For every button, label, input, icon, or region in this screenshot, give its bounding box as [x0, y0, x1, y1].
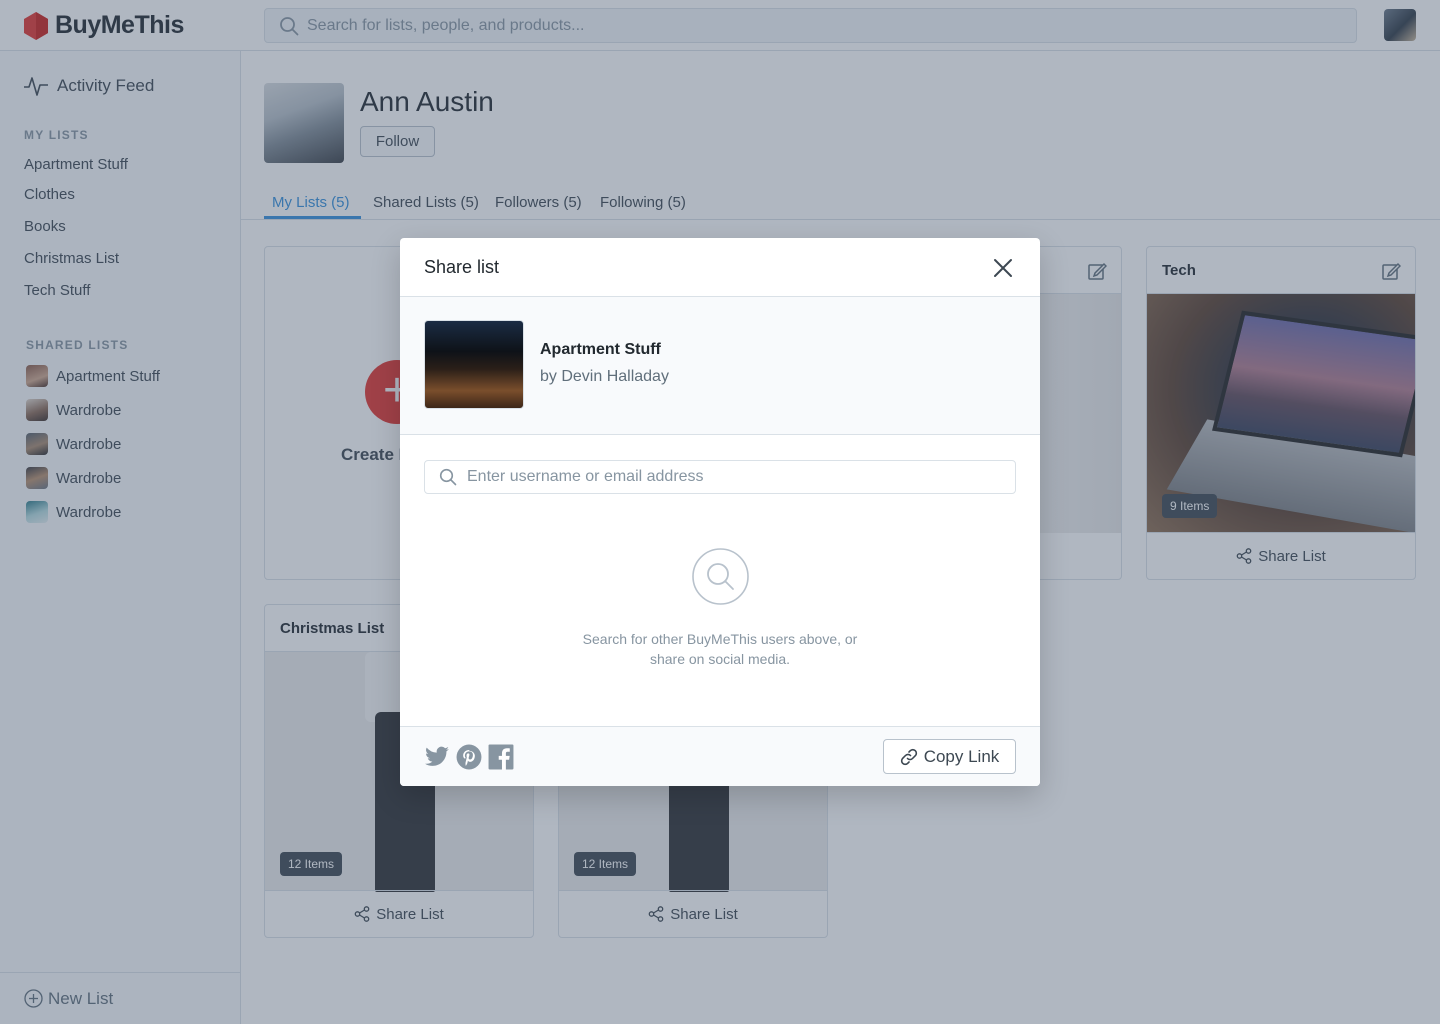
copy-link-label: Copy Link [923, 746, 1000, 766]
facebook-icon[interactable] [488, 744, 514, 770]
modal-title: Share list [424, 257, 500, 277]
list-thumbnail [424, 320, 524, 409]
shared-list-summary: Apartment Stuff by Devin Halladay [400, 297, 1040, 435]
copy-link-button[interactable]: Copy Link [883, 739, 1016, 774]
share-list-modal: Share list Apartment Stuff by Devin Hall… [400, 238, 1040, 786]
link-icon [900, 748, 917, 765]
list-name: Apartment Stuff [540, 341, 661, 358]
share-search-field[interactable] [424, 460, 1016, 494]
share-search-input[interactable] [467, 468, 987, 486]
search-circle-icon [692, 548, 749, 605]
twitter-icon[interactable] [424, 744, 450, 770]
pinterest-icon[interactable] [456, 744, 482, 770]
list-owner: by Devin Halladay [540, 368, 669, 385]
empty-state-message: Search for other BuyMeThis users above, … [582, 631, 858, 667]
modal-header: Share list [400, 238, 1040, 297]
modal-footer: Copy Link [400, 726, 1040, 786]
close-icon[interactable] [990, 255, 1016, 281]
search-icon [439, 468, 457, 486]
